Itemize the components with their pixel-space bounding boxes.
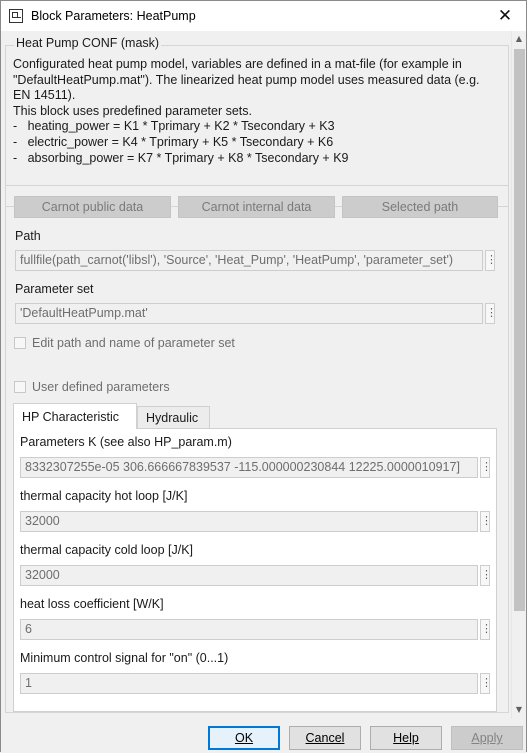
- description-line: Configurated heat pump model, variables …: [13, 57, 462, 71]
- tab-hydraulic[interactable]: Hydraulic: [137, 406, 210, 428]
- ok-button[interactable]: OK: [208, 726, 280, 750]
- path-more-icon[interactable]: ⋮: [485, 250, 497, 271]
- heat-loss-label: heat loss coefficient [W/K]: [20, 597, 164, 611]
- cold-capacity-more-icon[interactable]: ⋮: [480, 565, 492, 586]
- carnot-public-data-button[interactable]: Carnot public data: [14, 196, 171, 218]
- min-control-more-icon[interactable]: ⋮: [480, 673, 492, 694]
- description-line: This block uses predefined parameter set…: [13, 103, 253, 118]
- heat-loss-field[interactable]: 6: [20, 619, 478, 640]
- edit-path-checkbox[interactable]: [14, 337, 26, 349]
- edit-path-checkbox-label: Edit path and name of parameter set: [32, 336, 235, 350]
- parameter-set-more-icon[interactable]: ⋮: [485, 303, 497, 324]
- help-button[interactable]: Help: [370, 726, 442, 750]
- user-defined-checkbox-row[interactable]: User defined parameters: [14, 380, 170, 394]
- min-control-field[interactable]: 1: [20, 673, 478, 694]
- close-button[interactable]: ✕: [490, 4, 520, 28]
- simulink-block-icon: [9, 9, 23, 23]
- params-k-more-icon[interactable]: ⋮: [480, 457, 492, 478]
- cold-capacity-label: thermal capacity cold loop [J/K]: [20, 543, 193, 557]
- description-line: EN 14511).: [13, 88, 76, 103]
- hot-capacity-label: thermal capacity hot loop [J/K]: [20, 489, 188, 503]
- params-k-field[interactable]: 8332307255e-05 306.666667839537 -115.000…: [20, 457, 478, 478]
- dialog-footer: OK Cancel Help Apply: [1, 719, 526, 753]
- dialog-content: Heat Pump CONF (mask) Configurated heat …: [1, 31, 511, 717]
- hot-capacity-field[interactable]: 32000: [20, 511, 478, 532]
- carnot-internal-data-button[interactable]: Carnot internal data: [178, 196, 335, 218]
- min-control-label: Minimum control signal for "on" (0...1): [20, 651, 229, 665]
- apply-button[interactable]: Apply: [451, 726, 523, 750]
- scrollbar-thumb[interactable]: [514, 49, 525, 611]
- description-line: "DefaultHeatPump.mat"). The linearized h…: [13, 72, 480, 87]
- heat-loss-more-icon[interactable]: ⋮: [480, 619, 492, 640]
- mask-group-label: Heat Pump CONF (mask): [14, 36, 162, 50]
- cancel-button[interactable]: Cancel: [289, 726, 361, 750]
- parameter-set-field[interactable]: 'DefaultHeatPump.mat': [15, 303, 483, 324]
- user-defined-checkbox[interactable]: [14, 381, 26, 393]
- hot-capacity-more-icon[interactable]: ⋮: [480, 511, 492, 532]
- dialog-window: Block Parameters: HeatPump ✕ Heat Pump C…: [0, 0, 527, 753]
- description-line: - electric_power = K4 * Tprimary + K5 * …: [13, 134, 334, 149]
- edit-path-checkbox-row[interactable]: Edit path and name of parameter set: [14, 336, 235, 350]
- mask-description: Configurated heat pump model, variables …: [13, 57, 503, 166]
- params-k-label: Parameters K (see also HP_param.m): [20, 435, 232, 449]
- window-title: Block Parameters: HeatPump: [31, 9, 196, 23]
- hp-characteristic-panel: Parameters K (see also HP_param.m) 83323…: [13, 428, 497, 712]
- scroll-down-icon[interactable]: ▼: [514, 705, 524, 715]
- path-label: Path: [15, 229, 41, 243]
- cold-capacity-field[interactable]: 32000: [20, 565, 478, 586]
- title-bar: Block Parameters: HeatPump ✕: [1, 1, 526, 31]
- user-defined-checkbox-label: User defined parameters: [32, 380, 170, 394]
- description-line: - heating_power = K1 * Tprimary + K2 * T…: [13, 119, 335, 134]
- vertical-scrollbar[interactable]: ▲ ▼: [511, 31, 526, 719]
- tab-hp-characteristic[interactable]: HP Characteristic: [13, 403, 137, 429]
- parameter-set-label: Parameter set: [15, 282, 94, 296]
- scroll-up-icon[interactable]: ▲: [514, 34, 524, 44]
- description-line: - absorbing_power = K7 * Tprimary + K8 *…: [13, 150, 349, 165]
- selected-path-button[interactable]: Selected path: [342, 196, 498, 218]
- path-field[interactable]: fullfile(path_carnot('libsl'), 'Source',…: [15, 250, 483, 271]
